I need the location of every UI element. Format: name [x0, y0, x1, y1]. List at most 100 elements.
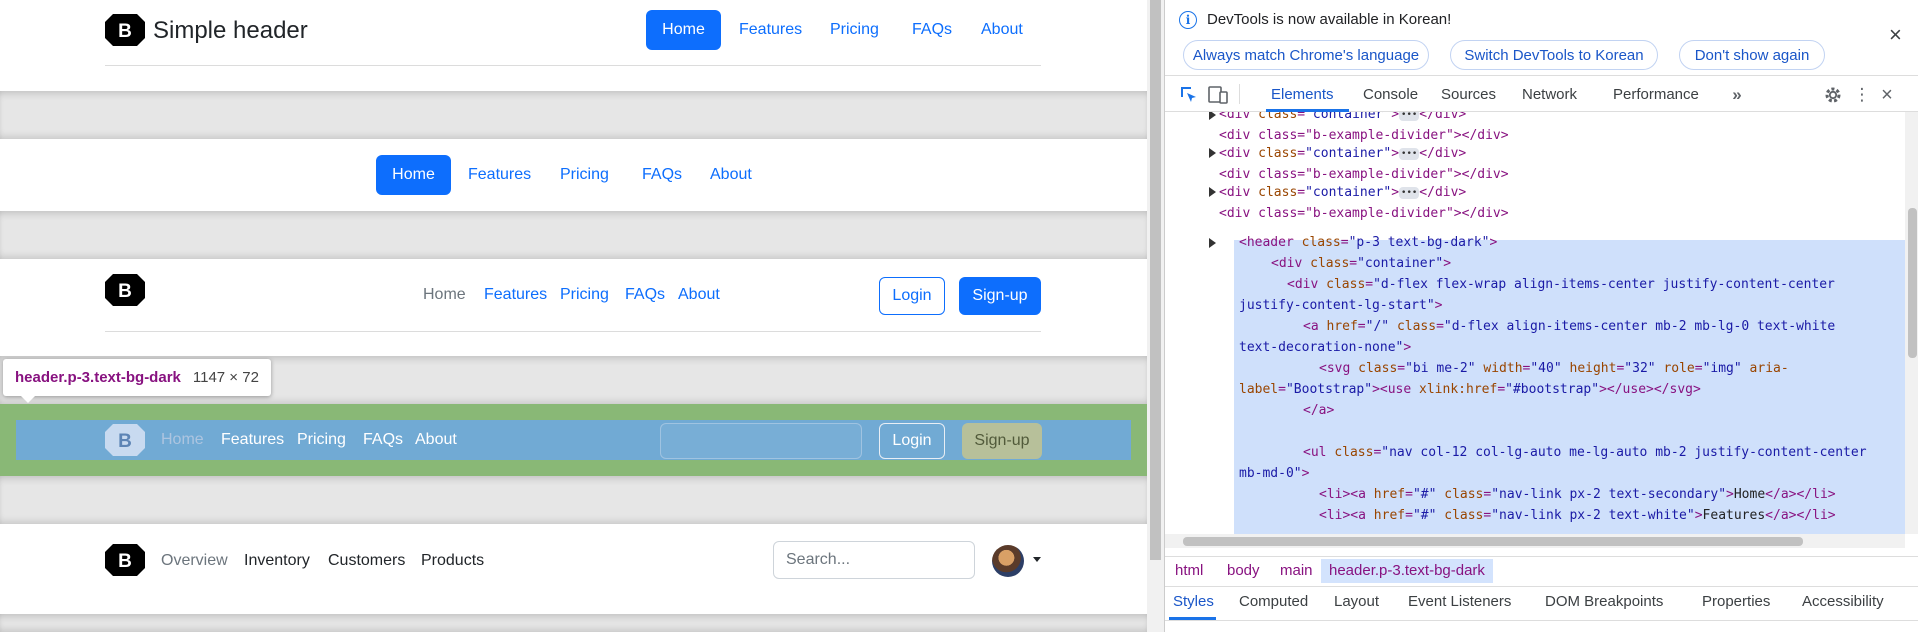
nav-about[interactable]: About — [710, 166, 752, 184]
close-devtools-icon[interactable]: × — [1876, 84, 1898, 106]
elements-tree: <div class="container"> ••• </div> <div cl… — [1165, 112, 1905, 534]
nav-features[interactable]: Features — [221, 431, 284, 449]
dom-node[interactable]: <div class="container"> ••• </div> — [1219, 112, 1466, 125]
nav-home-active[interactable]: Home — [376, 155, 451, 195]
nav-features[interactable]: Features — [484, 286, 547, 304]
header-simple: B Simple header Home Features Pricing FA… — [0, 0, 1147, 91]
tab-console[interactable]: Console — [1363, 76, 1418, 112]
tab-network[interactable]: Network — [1522, 76, 1577, 112]
breadcrumb-main[interactable]: main — [1280, 562, 1313, 579]
dom-node[interactable]: <a href="/" class="d-flex align-items-ce… — [1303, 316, 1835, 337]
subtab-properties[interactable]: Properties — [1702, 593, 1770, 610]
nav-features[interactable]: Features — [468, 166, 531, 184]
expand-triangle-icon[interactable] — [1209, 187, 1216, 197]
bootstrap-logo-icon[interactable]: B — [105, 14, 145, 46]
login-button[interactable]: Login — [879, 277, 945, 315]
infobar-message: DevTools is now available in Korean! — [1207, 11, 1452, 28]
dom-node-wrap: text-decoration-none"> — [1239, 340, 1412, 355]
dom-node[interactable]: <div class="d-flex flex-wrap align-items… — [1287, 274, 1835, 295]
dom-node-wrap: label="Bootstrap"><use xlink:href="#boot… — [1239, 382, 1701, 397]
subtab-dom-breakpoints[interactable]: DOM Breakpoints — [1545, 593, 1663, 610]
inspect-element-icon[interactable] — [1178, 84, 1200, 106]
dom-node[interactable]: </a> — [1303, 400, 1334, 421]
device-toolbar-icon[interactable] — [1207, 84, 1229, 106]
nav-home[interactable]: Home — [161, 431, 204, 449]
tab-performance[interactable]: Performance — [1613, 76, 1699, 112]
header-with-buttons: B Home Features Pricing FAQs About Login… — [0, 259, 1147, 356]
subtab-accessibility[interactable]: Accessibility — [1802, 593, 1884, 610]
nav-faqs[interactable]: FAQs — [363, 431, 403, 449]
dom-node[interactable]: <div class="container"> ••• </div> — [1219, 182, 1466, 203]
dom-node[interactable]: <li><a href="#" class="nav-link px-2 tex… — [1319, 484, 1836, 505]
search-input[interactable]: Search... — [773, 541, 975, 579]
nav-about[interactable]: About — [415, 431, 457, 449]
switch-to-korean-button[interactable]: Switch DevTools to Korean — [1450, 40, 1658, 70]
nav-faqs[interactable]: FAQs — [642, 166, 682, 184]
dom-node[interactable]: <svg class="bi me-2" width="40" height="… — [1319, 358, 1789, 379]
brand-title[interactable]: Simple header — [153, 17, 308, 45]
example-divider — [0, 614, 1147, 632]
subtab-styles[interactable]: Styles — [1173, 593, 1214, 610]
nav-pricing[interactable]: Pricing — [297, 431, 346, 449]
page-scrollbar-thumb[interactable] — [1150, 0, 1161, 560]
subtab-event-listeners[interactable]: Event Listeners — [1408, 593, 1511, 610]
elements-horizontal-scrollbar-thumb[interactable] — [1183, 537, 1803, 546]
nav-pricing[interactable]: Pricing — [830, 21, 879, 39]
styles-filter-bar[interactable] — [1165, 620, 1918, 632]
nav-faqs[interactable]: FAQs — [625, 286, 665, 304]
tab-sources[interactable]: Sources — [1441, 76, 1496, 112]
more-tabs-icon[interactable]: » — [1726, 84, 1748, 106]
nav-faqs[interactable]: FAQs — [912, 21, 952, 39]
dom-node-selected[interactable]: <header class="p-3 text-bg-dark"> — [1239, 232, 1497, 253]
elements-vertical-scrollbar-thumb[interactable] — [1908, 208, 1917, 358]
gear-icon[interactable] — [1822, 84, 1844, 106]
page-viewport: B Simple header Home Features Pricing FA… — [0, 0, 1147, 632]
breadcrumb — [1165, 556, 1918, 586]
avatar[interactable] — [992, 545, 1024, 577]
header-border — [105, 65, 1041, 66]
login-button[interactable]: Login — [879, 423, 945, 459]
nav-overview[interactable]: Overview — [161, 552, 228, 570]
breadcrumb-html[interactable]: html — [1175, 562, 1203, 579]
expand-triangle-icon[interactable] — [1209, 112, 1216, 120]
tooltip-arrow — [20, 395, 36, 403]
nav-home[interactable]: Home — [423, 286, 466, 304]
close-icon[interactable]: × — [1889, 24, 1902, 46]
tab-elements[interactable]: Elements — [1271, 76, 1334, 112]
nav-inventory[interactable]: Inventory — [244, 552, 310, 570]
nav-home-active[interactable]: Home — [646, 10, 721, 50]
bootstrap-logo-icon[interactable]: B — [105, 544, 145, 576]
more-options-icon[interactable]: ⋮ — [1851, 84, 1873, 106]
nav-features[interactable]: Features — [739, 21, 802, 39]
nav-customers[interactable]: Customers — [328, 552, 405, 570]
bootstrap-logo-icon[interactable]: B — [105, 274, 145, 306]
inspector-tooltip: header.p-3.text-bg-dark 1147 × 72 — [3, 359, 271, 396]
nav-products[interactable]: Products — [421, 552, 484, 570]
always-match-language-button[interactable]: Always match Chrome's language — [1183, 40, 1429, 70]
dom-node-wrap: justify-content-lg-start"> — [1239, 298, 1443, 313]
toolbar-separator — [1239, 84, 1240, 104]
dom-node[interactable]: <div class="container"> — [1271, 253, 1451, 274]
nav-about[interactable]: About — [981, 21, 1023, 39]
expand-triangle-icon[interactable] — [1209, 238, 1216, 248]
dom-node[interactable]: <div class="container"> ••• </div> — [1219, 143, 1466, 164]
dom-node[interactable]: <ul class="nav col-12 col-lg-auto me-lg-… — [1303, 442, 1867, 463]
signup-button[interactable]: Sign-up — [959, 277, 1041, 315]
nav-about[interactable]: About — [678, 286, 720, 304]
signup-button[interactable]: Sign-up — [962, 423, 1042, 459]
breadcrumb-header[interactable]: header.p-3.text-bg-dark — [1321, 559, 1493, 583]
breadcrumb-body[interactable]: body — [1227, 562, 1260, 579]
dont-show-again-button[interactable]: Don't show again — [1679, 40, 1825, 70]
dom-node[interactable]: <div class="b-example-divider"></div> — [1219, 203, 1509, 224]
chevron-down-icon[interactable] — [1033, 557, 1041, 562]
tooltip-selector: header.p-3.text-bg-dark — [15, 369, 181, 386]
dom-node-wrap: mb-md-0"> — [1239, 466, 1310, 481]
dom-node[interactable]: <li><a href="#" class="nav-link px-2 tex… — [1319, 505, 1836, 526]
subtab-computed[interactable]: Computed — [1239, 593, 1308, 610]
subtab-layout[interactable]: Layout — [1334, 593, 1379, 610]
nav-pricing[interactable]: Pricing — [560, 166, 609, 184]
expand-triangle-icon[interactable] — [1209, 148, 1216, 158]
bootstrap-logo-icon[interactable]: B — [105, 424, 145, 456]
nav-pricing[interactable]: Pricing — [560, 286, 609, 304]
search-input[interactable] — [660, 423, 862, 459]
